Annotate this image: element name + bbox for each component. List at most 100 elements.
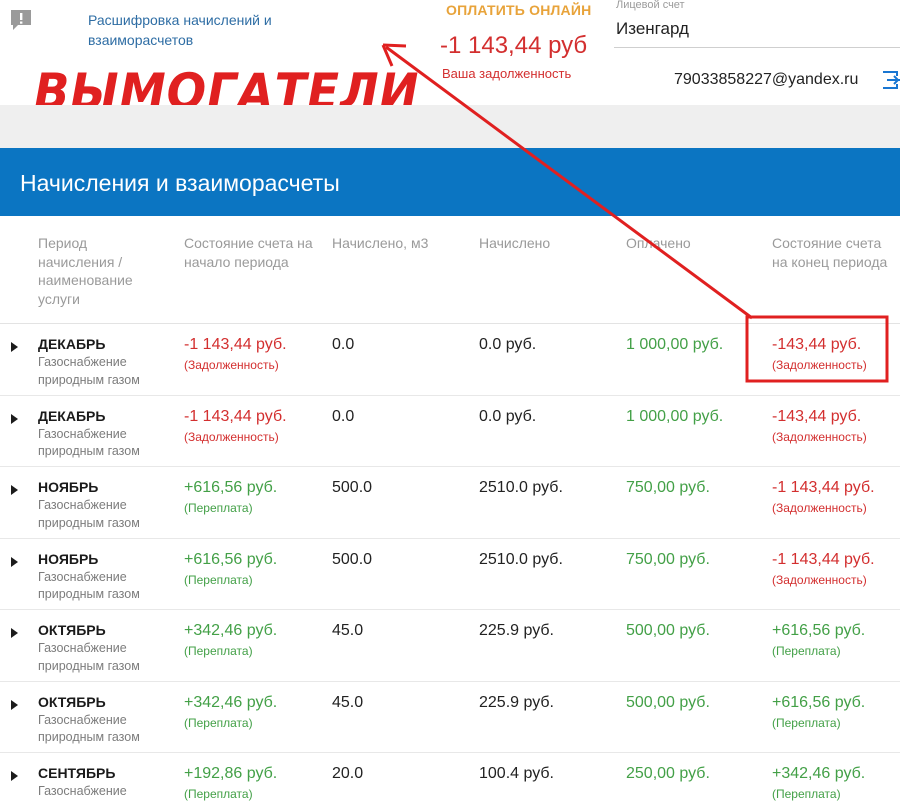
top-bar: Расшифровка начислений и взаиморасчетов … [0,0,900,121]
expand-toggle-icon[interactable] [11,342,18,352]
table-row[interactable]: ОКТЯБРЬ Газоснабжение природным газом +3… [0,682,900,753]
row-charged: 0.0 руб. [479,336,537,353]
row-start-status: (Задолженность) [184,358,279,372]
row-paid: 500,00 руб. [626,693,710,711]
row-volume: 0.0 [332,407,355,425]
expand-toggle-icon[interactable] [11,485,18,495]
row-paid: 750,00 руб. [626,550,710,568]
row-period: ОКТЯБРЬ [38,622,106,638]
row-charged: 2510.0 руб. [479,550,563,568]
debt-amount: -1 143,44 руб [440,32,588,59]
row-period: ДЕКАБРЬ [38,407,106,424]
row-service: Газоснабжение природным газом [38,355,140,387]
logout-icon[interactable] [880,70,900,90]
section-title: Начисления и взаиморасчеты [20,170,340,196]
row-volume: 45.0 [332,693,364,711]
row-charged: 225.9 руб. [479,693,554,711]
table-row[interactable]: ДЕКАБРЬ Газоснабжение природным газом -1… [0,396,900,467]
account-selector[interactable]: Лицевой счет Изенгард [614,0,900,48]
row-end-status: (Переплата) [772,787,841,801]
row-paid: 250,00 руб. [626,765,710,782]
row-end-balance: -143,44 руб. [772,336,862,353]
row-end-status: (Задолженность) [772,572,867,587]
row-charged: 225.9 руб. [479,622,554,639]
row-end-balance: +616,56 руб. [772,622,866,639]
column-header-charged: Начислено [479,235,551,251]
row-volume: 0.0 [332,336,355,353]
charges-table: Период начисления / наименование услуги … [0,216,900,806]
row-charged: 0.0 руб. [479,407,537,425]
account-label: Лицевой счет [616,0,685,11]
expand-toggle-icon[interactable] [11,699,18,710]
row-service: Газоснабжение природным газом [38,712,140,745]
column-header-end-balance: Состояние счета на конец периода [772,235,888,270]
header-spacer [0,105,900,148]
row-charged: 2510.0 руб. [479,479,563,496]
user-email: 79033858227@yandex.ru [674,71,859,88]
row-start-balance: +616,56 руб. [184,479,278,496]
row-service: Газоснабжение природным газом [38,426,140,459]
row-volume: 500.0 [332,479,373,496]
row-end-status: (Переплата) [772,715,841,730]
row-start-balance: +342,46 руб. [184,693,278,711]
table-body: ДЕКАБРЬ Газоснабжение природным газом -1… [0,324,900,806]
row-service: Газоснабжение природным газом [38,498,140,530]
expand-toggle-icon[interactable] [11,413,18,424]
row-start-status: (Задолженность) [184,429,279,444]
row-start-balance: +342,46 руб. [184,622,278,639]
row-end-balance: -143,44 руб. [772,407,862,425]
column-header-start-balance: Состояние счета на начало периода [184,235,313,270]
row-start-status: (Переплата) [184,572,253,587]
row-paid: 500,00 руб. [626,622,710,639]
row-service: Газоснабжение природным газом [38,784,140,806]
row-start-status: (Переплата) [184,501,253,515]
row-start-status: (Переплата) [184,715,253,730]
table-row[interactable]: СЕНТЯБРЬ Газоснабжение природным газом +… [0,753,900,806]
row-period: ОКТЯБРЬ [38,693,106,710]
table-row[interactable]: НОЯБРЬ Газоснабжение природным газом +61… [0,467,900,539]
row-volume: 500.0 [332,550,373,568]
expand-toggle-icon[interactable] [11,628,18,638]
section-header: Начисления и взаиморасчеты [0,148,900,216]
row-service: Газоснабжение природным газом [38,641,140,673]
row-period: СЕНТЯБРЬ [38,765,116,781]
row-paid: 1 000,00 руб. [626,336,724,353]
row-end-balance: +342,46 руб. [772,765,866,782]
row-start-balance: +616,56 руб. [184,550,278,568]
row-paid: 750,00 руб. [626,479,710,496]
row-volume: 20.0 [332,765,364,782]
row-start-balance: +192,86 руб. [184,765,278,782]
row-end-balance: -1 143,44 руб. [772,550,875,568]
row-start-status: (Переплата) [184,787,253,801]
row-end-status: (Задолженность) [772,501,867,515]
row-end-status: (Задолженность) [772,429,867,444]
row-period: НОЯБРЬ [38,479,99,495]
row-end-status: (Задолженность) [772,358,867,372]
table-row[interactable]: ДЕКАБРЬ Газоснабжение природным газом -1… [0,324,900,396]
column-header-volume: Начислено, м3 [332,235,429,251]
row-end-status: (Переплата) [772,644,841,658]
row-end-balance: -1 143,44 руб. [772,479,875,496]
table-header: Период начисления / наименование услуги … [0,216,900,324]
debt-caption: Ваша задолженность [442,66,572,81]
pay-online-button[interactable]: ОПЛАТИТЬ ОНЛАЙН [446,2,591,18]
table-row[interactable]: ОКТЯБРЬ Газоснабжение природным газом +3… [0,610,900,682]
charges-breakdown-link[interactable]: Расшифровка начислений и взаиморасчетов [88,10,328,50]
column-header-paid: Оплачено [626,235,691,251]
column-header-period: Период начисления / наименование услуги [38,235,133,307]
row-volume: 45.0 [332,622,364,639]
expand-toggle-icon[interactable] [11,556,18,567]
row-service: Газоснабжение природным газом [38,569,140,602]
expand-toggle-icon[interactable] [11,771,18,781]
row-paid: 1 000,00 руб. [626,407,724,425]
row-charged: 100.4 руб. [479,765,554,782]
row-end-balance: +616,56 руб. [772,693,866,711]
row-start-balance: -1 143,44 руб. [184,407,287,425]
account-value: Изенгард [616,19,689,38]
row-start-balance: -1 143,44 руб. [184,336,287,353]
row-period: НОЯБРЬ [38,550,99,567]
row-period: ДЕКАБРЬ [38,336,106,352]
table-row[interactable]: НОЯБРЬ Газоснабжение природным газом +61… [0,539,900,610]
row-start-status: (Переплата) [184,644,253,658]
feedback-icon[interactable] [9,9,33,31]
